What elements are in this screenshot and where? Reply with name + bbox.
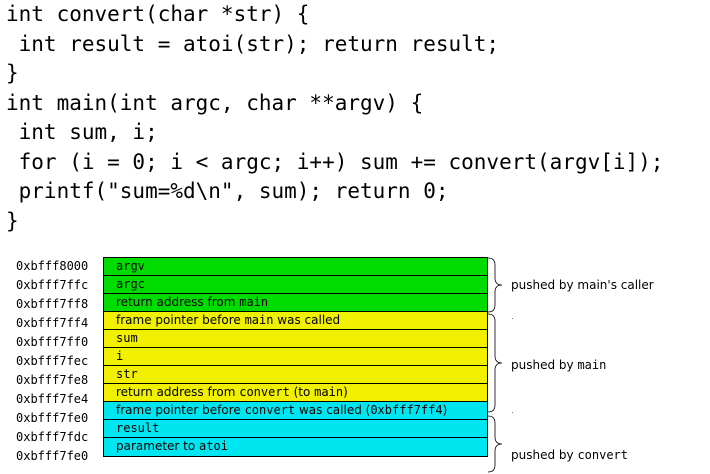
separator-dot: [512, 412, 513, 413]
code-line: int convert(char *str) {: [6, 2, 310, 26]
stack-address: 0xbfff7fe4: [16, 392, 89, 406]
stack-slot: argv: [104, 258, 487, 276]
stack-address: 0xbfff7fe8: [16, 373, 89, 387]
stack-slot: frame pointer before main was called: [104, 312, 487, 330]
stack-slot: parameter to atoi: [104, 438, 487, 456]
stack-slot: return address from convert (to main): [104, 384, 487, 402]
stack-slot: result: [104, 420, 487, 438]
stack-address: 0xbfff7fec: [16, 354, 89, 368]
stack-address: 0xbfff7ff4: [16, 316, 89, 330]
stack-slot: argc: [104, 276, 487, 294]
group-label: pushed by main's caller: [511, 278, 654, 292]
code-line: printf("sum=%d\n", sum); return 0;: [6, 179, 449, 203]
stack-address: 0xbfff7ff8: [16, 297, 89, 311]
code-line: }: [6, 61, 19, 85]
code-line: int main(int argc, char **argv) {: [6, 90, 424, 115]
stack-address: 0xbfff7fe0: [16, 411, 89, 425]
stack-address: 0xbfff8000: [16, 259, 89, 273]
brace-mains-caller: [487, 257, 503, 313]
stack-address: 0xbfff7fe0: [16, 449, 89, 463]
separator-dot: [512, 318, 513, 319]
stack-address: 0xbfff7fdc: [16, 430, 89, 444]
stack-address: 0xbfff7ffc: [16, 278, 89, 292]
stack-slot: str: [104, 366, 487, 384]
stack-slot: frame pointer before convert was called …: [104, 402, 487, 420]
code-line: }: [6, 208, 19, 233]
code-listing: int convert(char *str) { int result = at…: [6, 0, 663, 236]
stack-slot: sum: [104, 330, 487, 348]
group-label: pushed by main: [511, 358, 607, 372]
code-line: int result = atoi(str); return result;: [6, 31, 500, 56]
brace-convert: [487, 415, 503, 473]
stack-frame-diagram: argv argc return address from main frame po…: [103, 257, 488, 457]
group-label: pushed by convert: [511, 448, 629, 462]
code-line: int sum, i;: [6, 120, 158, 144]
brace-main: [487, 313, 503, 413]
code-line: for (i = 0; i < argc; i++) sum += conver…: [6, 149, 664, 174]
stack-address: 0xbfff7ff0: [16, 335, 89, 349]
stack-slot: return address from main: [104, 294, 487, 312]
stack-slot: i: [104, 348, 487, 366]
